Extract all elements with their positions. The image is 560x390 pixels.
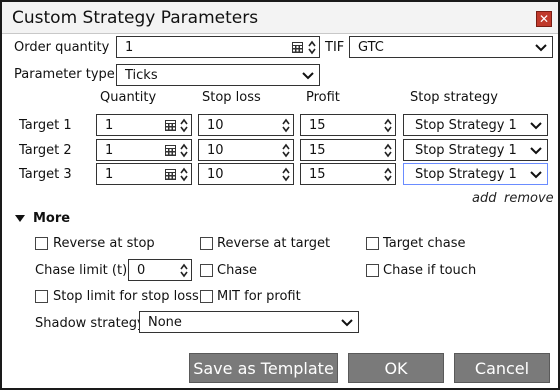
chevron-down-icon <box>530 171 542 179</box>
tif-value: GTC <box>358 40 384 55</box>
profit-spinner-icon[interactable] <box>383 142 393 158</box>
target-profit-stepper[interactable]: 15 <box>300 163 396 185</box>
target-stop-strategy-select[interactable]: Stop Strategy 1 <box>403 114 548 136</box>
column-header-stop-loss: Stop loss <box>202 90 261 105</box>
target-profit-value: 15 <box>309 143 326 158</box>
shadow-strategy-select[interactable]: None <box>139 311 359 333</box>
chase-if-touch-checkbox[interactable] <box>366 264 379 277</box>
order-quantity-stepper[interactable]: 1 <box>116 36 320 58</box>
target-quantity-value: 1 <box>105 167 114 182</box>
target-profit-value: 15 <box>309 167 326 182</box>
reverse-at-stop-checkbox[interactable] <box>35 237 48 250</box>
target-stop-loss-value: 10 <box>207 167 224 182</box>
quantity-spinner-icon[interactable] <box>179 117 189 133</box>
custom-strategy-dialog: Custom Strategy Parameters ✕ Order quant… <box>0 0 560 390</box>
target-quantity-value: 1 <box>105 143 114 158</box>
order-quantity-label: Order quantity <box>14 40 110 55</box>
stop-loss-spinner-icon[interactable] <box>281 117 291 133</box>
reverse-at-target-label: Reverse at target <box>217 236 331 251</box>
reverse-at-target-checkbox[interactable] <box>200 237 213 250</box>
chase-limit-spinner-icon[interactable] <box>179 262 189 278</box>
target-label: Target 2 <box>19 143 72 158</box>
caret-down-icon[interactable] <box>15 215 25 223</box>
target-stop-strategy-value: Stop Strategy 1 <box>415 167 517 182</box>
chevron-down-icon <box>530 147 542 155</box>
target-quantity-stepper[interactable]: 1 <box>96 163 192 185</box>
chase-if-touch-label: Chase if touch <box>383 263 477 278</box>
profit-spinner-icon[interactable] <box>383 166 393 182</box>
more-section-toggle[interactable]: More <box>33 211 70 226</box>
chevron-down-icon <box>530 122 542 130</box>
save-as-template-button[interactable]: Save as Template <box>189 353 338 383</box>
target-profit-stepper[interactable]: 15 <box>300 139 396 161</box>
target-stop-strategy-value: Stop Strategy 1 <box>415 118 517 133</box>
target-stop-loss-value: 10 <box>207 143 224 158</box>
stop-limit-checkbox[interactable] <box>35 290 48 303</box>
quantity-spinner-icon[interactable] <box>179 166 189 182</box>
add-target-link[interactable]: add <box>472 191 496 206</box>
parameter-type-label: Parameter type <box>14 67 115 82</box>
column-header-profit: Profit <box>306 90 340 105</box>
ok-button[interactable]: OK <box>348 353 444 383</box>
calculator-icon[interactable] <box>165 120 176 131</box>
profit-spinner-icon[interactable] <box>383 117 393 133</box>
shadow-strategy-value: None <box>148 315 182 330</box>
column-header-quantity: Quantity <box>100 90 157 105</box>
target-quantity-stepper[interactable]: 1 <box>96 139 192 161</box>
quantity-spinner-icon[interactable] <box>307 39 317 55</box>
chase-checkbox[interactable] <box>200 264 213 277</box>
target-chase-label: Target chase <box>383 236 466 251</box>
cancel-button[interactable]: Cancel <box>454 353 550 383</box>
mit-profit-checkbox[interactable] <box>200 290 213 303</box>
tif-select[interactable]: GTC <box>349 36 553 58</box>
target-stop-loss-stepper[interactable]: 10 <box>198 163 294 185</box>
target-label: Target 3 <box>19 167 72 182</box>
target-stop-strategy-select[interactable]: Stop Strategy 1 <box>403 139 548 161</box>
target-stop-loss-stepper[interactable]: 10 <box>198 139 294 161</box>
tif-label: TIF <box>325 40 345 55</box>
chase-limit-stepper[interactable]: 0 <box>128 259 192 281</box>
column-header-stop-strategy: Stop strategy <box>410 90 498 105</box>
chevron-down-icon <box>341 319 353 327</box>
target-stop-strategy-value: Stop Strategy 1 <box>415 143 517 158</box>
order-quantity-value: 1 <box>125 40 134 55</box>
stop-loss-spinner-icon[interactable] <box>281 166 291 182</box>
target-stop-loss-stepper[interactable]: 10 <box>198 114 294 136</box>
calculator-icon[interactable] <box>165 169 176 180</box>
target-stop-loss-value: 10 <box>207 118 224 133</box>
dialog-title: Custom Strategy Parameters <box>12 8 259 28</box>
chevron-down-icon <box>535 44 547 52</box>
title-bar: Custom Strategy Parameters ✕ <box>2 2 558 34</box>
stop-loss-spinner-icon[interactable] <box>281 142 291 158</box>
mit-profit-label: MIT for profit <box>217 289 301 304</box>
target-quantity-value: 1 <box>105 118 114 133</box>
chase-limit-label: Chase limit (t) <box>35 263 128 278</box>
stop-limit-label: Stop limit for stop loss <box>53 289 199 304</box>
target-profit-value: 15 <box>309 118 326 133</box>
remove-target-link[interactable]: remove <box>504 191 554 206</box>
chevron-down-icon <box>302 72 314 80</box>
close-icon[interactable]: ✕ <box>536 11 552 27</box>
calculator-icon[interactable] <box>165 145 176 156</box>
reverse-at-stop-label: Reverse at stop <box>53 236 155 251</box>
chase-label: Chase <box>217 263 258 278</box>
target-label: Target 1 <box>19 118 72 133</box>
chase-limit-value: 0 <box>137 263 146 278</box>
target-quantity-stepper[interactable]: 1 <box>96 114 192 136</box>
shadow-strategy-label: Shadow strategy <box>35 316 145 331</box>
parameter-type-value: Ticks <box>125 68 158 83</box>
target-stop-strategy-select[interactable]: Stop Strategy 1 <box>403 163 548 185</box>
target-chase-checkbox[interactable] <box>366 237 379 250</box>
calculator-icon[interactable] <box>292 42 303 53</box>
target-profit-stepper[interactable]: 15 <box>300 114 396 136</box>
parameter-type-select[interactable]: Ticks <box>116 64 320 86</box>
quantity-spinner-icon[interactable] <box>179 142 189 158</box>
